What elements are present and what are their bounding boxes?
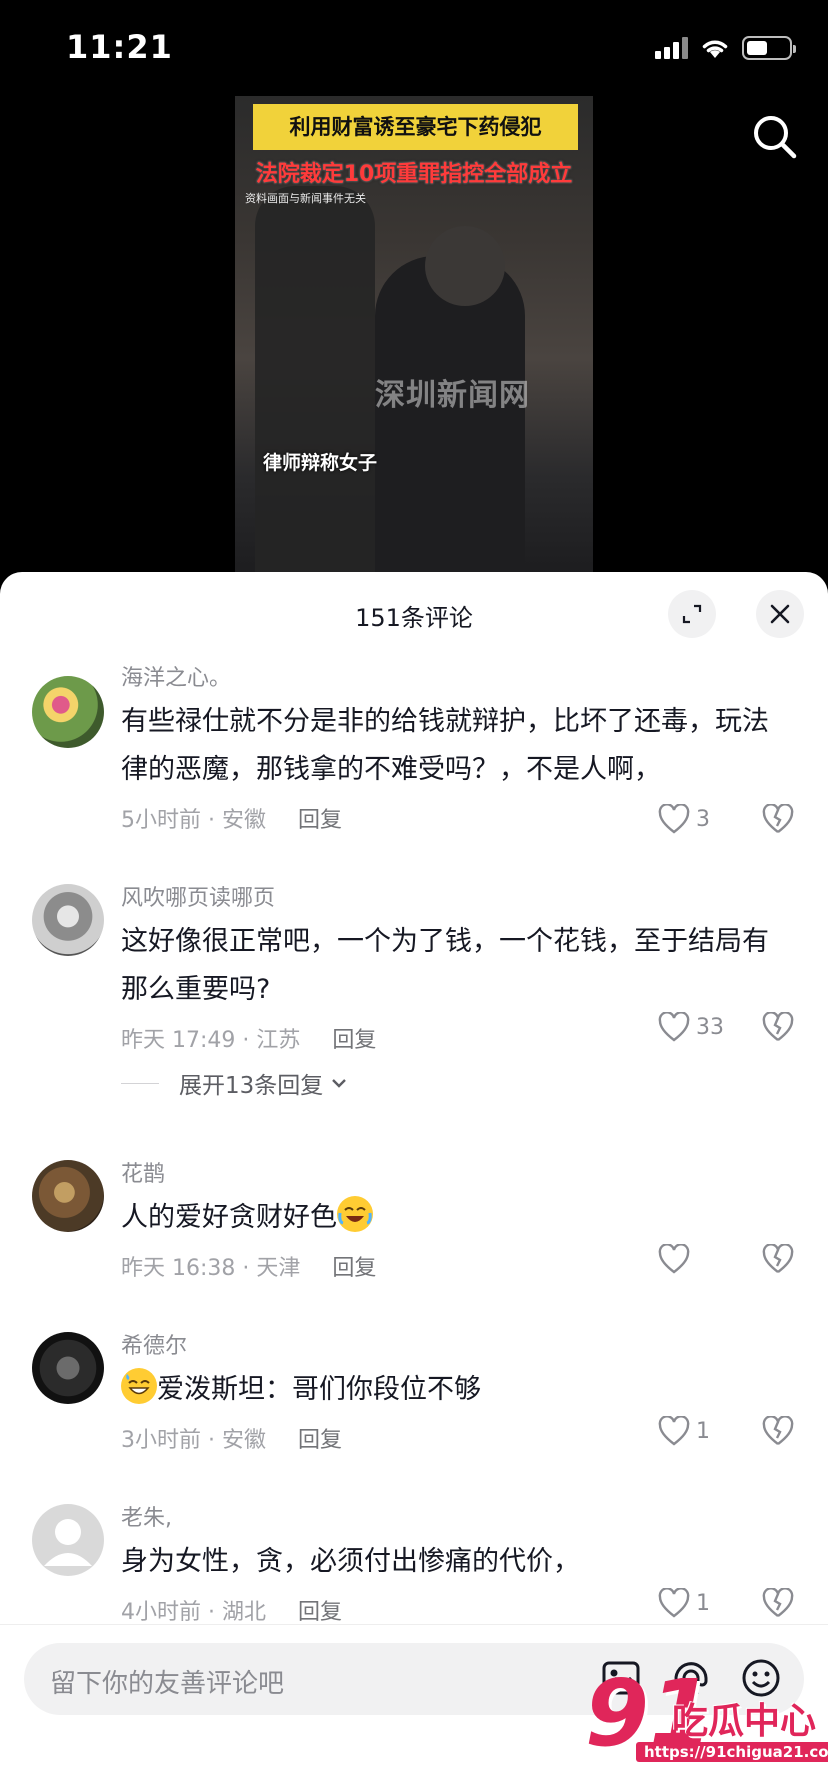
avatar[interactable] — [32, 1504, 104, 1576]
like-count: 1 — [696, 1418, 710, 1444]
video-watermark: 深圳新闻网 — [375, 378, 530, 413]
wifi-icon — [702, 40, 728, 58]
comment-text-row: 人的爱好贪财好色 — [121, 1194, 794, 1242]
broken-heart-icon[interactable] — [762, 804, 794, 834]
comment-text: 爱泼斯坦：哥们你段位不够 — [157, 1374, 481, 1405]
comment-username[interactable]: 海洋之心。 — [121, 664, 794, 694]
comment-text: 这好像很正常吧，一个为了钱，一个花钱，至于结局有那么重要吗? — [121, 926, 769, 1005]
like-button[interactable]: 1 — [658, 1588, 738, 1618]
comment-username[interactable]: 老朱, — [121, 1504, 794, 1534]
brand-url: https://91chigua21.com — [636, 1742, 828, 1762]
avatar[interactable] — [32, 1160, 104, 1232]
close-panel-button[interactable] — [756, 590, 804, 638]
video-disclaimer: 资料画面与新闻事件无关 — [245, 192, 366, 205]
comment-text-row: 爱泼斯坦：哥们你段位不够 — [121, 1366, 794, 1414]
heart-icon — [658, 1588, 690, 1618]
status-bar: 11:21 — [0, 0, 828, 100]
avatar[interactable] — [32, 884, 104, 956]
comment-meta: 昨天 16:38 · 天津 — [121, 1256, 301, 1281]
like-count: 1 — [696, 1590, 710, 1616]
expand-replies-label: 展开13条回复 — [179, 1073, 324, 1099]
status-icons — [655, 36, 796, 60]
reply-button[interactable]: 回复 — [298, 1422, 342, 1454]
like-button[interactable]: 1 — [658, 1416, 738, 1446]
brand-name: 吃瓜中心 — [672, 1701, 817, 1742]
expand-icon — [682, 604, 702, 624]
comment-username[interactable]: 花鹊 — [121, 1160, 794, 1190]
comment-input-placeholder: 留下你的友善评论吧 — [50, 1669, 285, 1699]
sweat-smile-emoji-icon — [121, 1368, 157, 1404]
expand-panel-button[interactable] — [668, 590, 716, 638]
comment-meta: 5小时前 · 安徽 — [121, 808, 266, 833]
broken-heart-icon[interactable] — [762, 1012, 794, 1042]
reply-button[interactable]: 回复 — [332, 1250, 376, 1282]
comment-panel-header: 151条评论 — [0, 572, 828, 656]
comment-text: 有些禄仕就不分是非的给钱就辩护，比坏了还毒，玩法律的恶魔，那钱拿的不难受吗？，不… — [121, 706, 769, 785]
broken-heart-icon[interactable] — [762, 1244, 794, 1274]
search-button[interactable] — [750, 112, 798, 160]
video-subtitle: 律师辩称女子 — [263, 452, 378, 474]
comment-meta: 4小时前 · 湖北 — [121, 1600, 266, 1625]
broken-heart-icon[interactable] — [762, 1588, 794, 1618]
video-headline: 利用财富诱至豪宅下药侵犯 — [253, 104, 578, 150]
like-button[interactable]: 3 — [658, 804, 738, 834]
video-player[interactable]: 利用财富诱至豪宅下药侵犯 法院裁定10项重罪指控全部成立 资料画面与新闻事件无关… — [235, 96, 593, 574]
comment-text: 人的爱好贪财好色 — [121, 1202, 337, 1233]
comment-meta: 昨天 17:49 · 江苏 — [121, 1028, 301, 1053]
comment-meta: 3小时前 · 安徽 — [121, 1428, 266, 1453]
comment-username[interactable]: 风吹哪页读哪页 — [121, 884, 794, 914]
avatar[interactable] — [32, 676, 104, 748]
like-button[interactable]: 33 — [658, 1012, 738, 1042]
tearful-laugh-emoji-icon — [337, 1196, 373, 1232]
like-count: 33 — [696, 1014, 724, 1040]
battery-icon — [742, 36, 796, 60]
close-icon — [770, 604, 790, 624]
heart-icon — [658, 1244, 690, 1274]
reply-button[interactable]: 回复 — [298, 1594, 342, 1626]
reply-button[interactable]: 回复 — [332, 1022, 376, 1054]
like-count: 3 — [696, 806, 710, 832]
avatar[interactable] — [32, 1332, 104, 1404]
comment-username[interactable]: 希德尔 — [121, 1332, 794, 1362]
reply-button[interactable]: 回复 — [298, 802, 342, 834]
cellular-signal-icon — [655, 37, 688, 59]
expand-replies-button[interactable]: 展开13条回复 — [121, 1066, 349, 1100]
video-subheadline: 法院裁定10项重罪指控全部成立 — [255, 162, 573, 187]
like-button[interactable] — [658, 1244, 738, 1274]
comment-panel: 151条评论 海洋之心。 有些禄仕就不分是非的给钱就辩护，比坏了还毒，玩法律的恶… — [0, 572, 828, 1792]
chevron-down-icon — [332, 1079, 347, 1088]
screen: 11:21 利用财富诱至豪宅下药侵犯 法院裁定10项重罪指控全部成立 资料画面与… — [0, 0, 828, 1792]
broken-heart-icon[interactable] — [762, 1416, 794, 1446]
comment-text: 身为女性，贪，必须付出惨痛的代价， — [121, 1546, 580, 1577]
default-avatar-icon — [44, 1519, 92, 1566]
heart-icon — [658, 804, 690, 834]
heart-icon — [658, 1416, 690, 1446]
heart-icon — [658, 1012, 690, 1042]
status-time: 11:21 — [66, 28, 173, 66]
search-icon — [754, 116, 797, 159]
